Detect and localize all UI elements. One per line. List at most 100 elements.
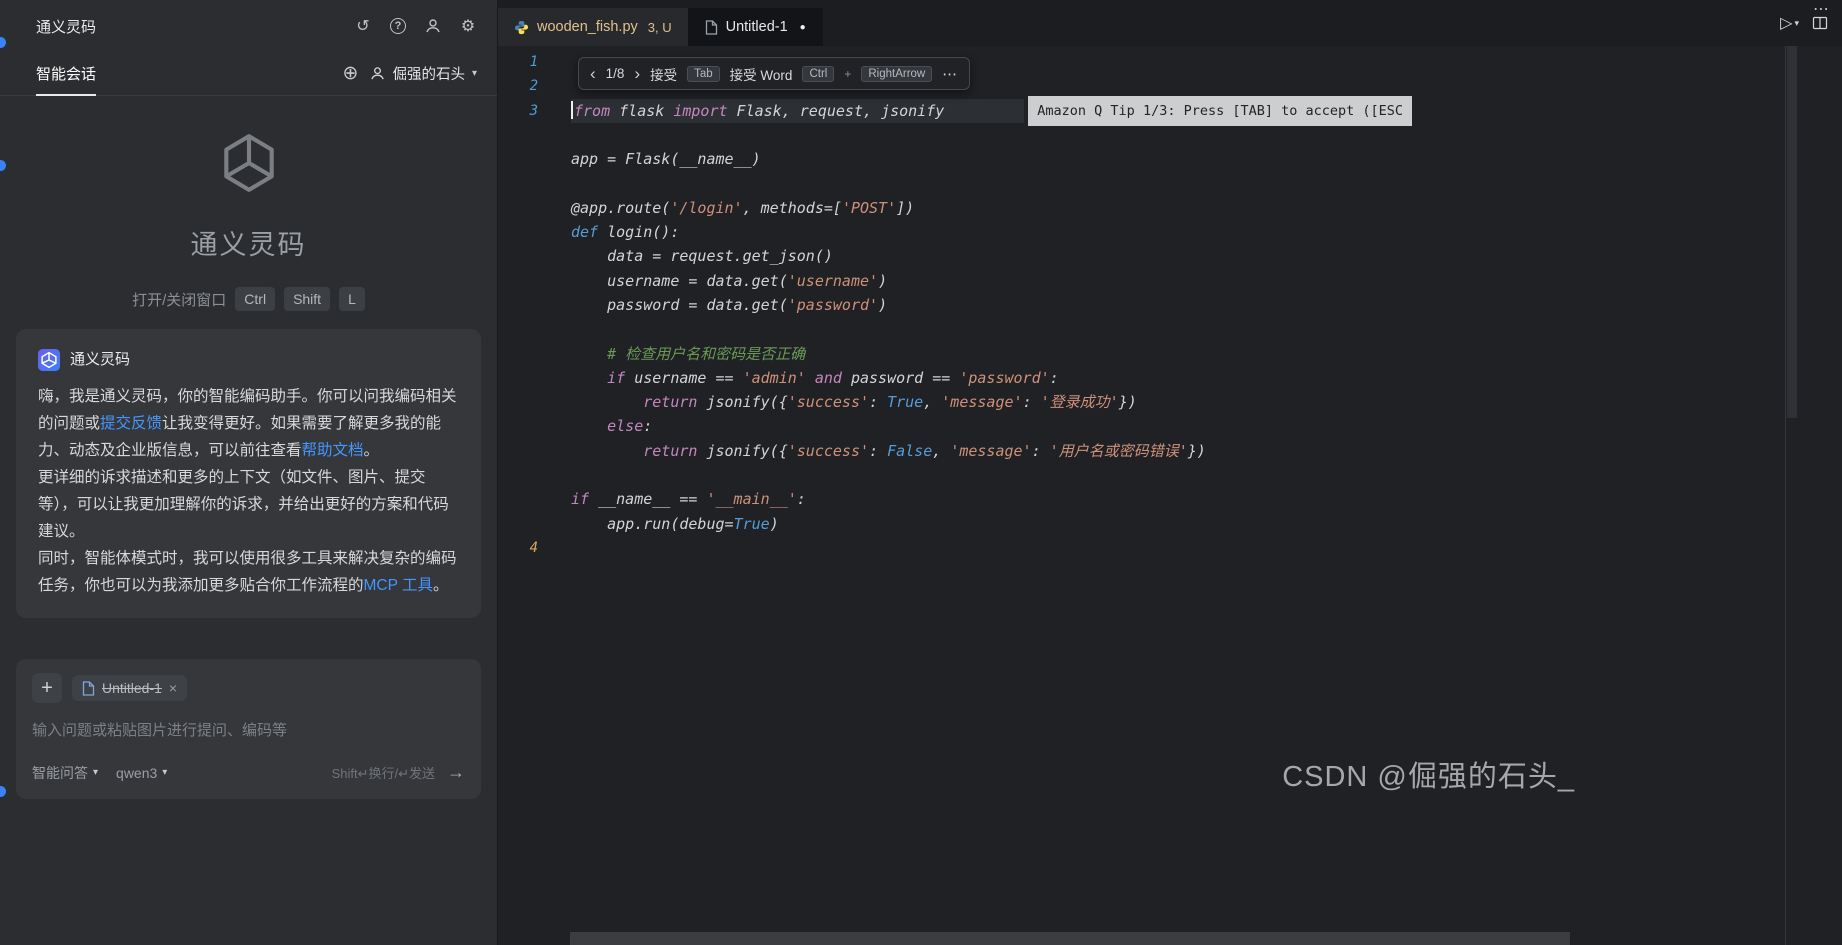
send-area: Shift↵换行/↵发送 → [332,762,465,783]
csdn-watermark: CSDN @倔强的石头_ [1282,753,1575,795]
send-button[interactable]: → [447,762,465,783]
scrollbar-divider [1785,46,1786,945]
code-token: : [1023,393,1041,411]
code-token: 'password' [788,296,878,314]
code-line: username = data.get('username') [498,269,1842,293]
help-docs-link[interactable]: 帮助文档 [302,442,364,459]
plus-icon: + [41,677,53,700]
line-content: username = data.get('username') [571,269,887,293]
code-token: '__main__' [706,490,796,508]
user-account-chip[interactable]: 倔强的石头 ▾ [370,63,477,84]
code-token: username = data.get( [571,272,788,290]
intro-text: 。 [433,577,449,594]
code-token: if [571,490,589,508]
more-actions-icon[interactable]: ⋯ [1813,0,1830,19]
tab-wooden-fish[interactable]: wooden_fish.py 3, U [498,8,689,46]
key-rightarrow: RightArrow [861,66,932,82]
prev-suggestion-icon[interactable]: ‹ [590,65,596,82]
accept-button[interactable]: 接受 [650,64,677,84]
user-icon [370,66,385,81]
line-content: from flask import Flask, request, jsonif… [571,99,1024,123]
code-line [498,123,1842,147]
code-token: data = request.get_json() [571,247,833,265]
close-icon[interactable]: × [169,680,177,696]
suggestion-more-icon[interactable]: ⋯ [942,65,958,83]
text-cursor [571,101,573,119]
file-icon [705,20,718,35]
line-content: return jsonify({'success': False, 'messa… [571,439,1206,463]
chevron-down-icon: ▾ [162,767,167,778]
code-token: '用户名或密码错误' [1050,442,1188,460]
key-plus-sep: + [844,67,851,81]
key-l: L [339,287,365,311]
suggestion-counter: 1/8 [606,66,625,81]
amazon-q-tip: Amazon Q Tip 1/3: Press [TAB] to accept … [1028,96,1412,126]
sidebar-header: 通义灵码 ↺ ? ⚙ [0,0,497,52]
context-file-chip[interactable]: Untitled-1 × [72,675,187,701]
code-token: from [574,102,610,120]
tab-untitled-1[interactable]: Untitled-1 ● [689,8,823,46]
line-content: data = request.get_json() [571,244,833,268]
code-line: # 检查用户名和密码是否正确 [498,342,1842,366]
tongyi-logo-icon [216,130,282,196]
accept-word-button[interactable]: 接受 Word [730,64,793,84]
help-icon[interactable]: ? [389,17,407,35]
intro-paragraph-2: 更详细的诉求描述和更多的上下文（如文件、图片、提交等），可以让我更加理解你的诉求… [38,464,459,545]
code-token: __name__ == [589,490,706,508]
key-shift: Shift [284,287,330,311]
code-token: else [607,417,643,435]
line-content: else: [571,414,652,438]
new-session-icon[interactable]: ⊕ [343,64,359,83]
history-icon[interactable]: ↺ [354,17,372,35]
code-editor[interactable]: 123from flask import Flask, request, jso… [498,46,1842,945]
line-content: return jsonify({'success': True, 'messag… [571,390,1137,414]
tab-label: wooden_fish.py [537,19,638,35]
run-button[interactable]: ▷ ▾ [1780,13,1799,33]
code-token: login(): [598,223,679,241]
horizontal-scrollbar[interactable] [570,932,1570,945]
add-context-button[interactable]: + [32,673,62,703]
next-suggestion-icon[interactable]: › [634,65,640,82]
code-token: jsonify({ [697,442,787,460]
code-token: password == [842,369,959,387]
line-content: password = data.get('password') [571,293,887,317]
code-token: app.run(debug= [571,515,734,533]
unsaved-dot-icon[interactable]: ● [800,22,806,33]
mode-dropdown[interactable]: 智能问答▾ [32,763,98,783]
tab-label: Untitled-1 [726,19,788,35]
editor-area: wooden_fish.py 3, U Untitled-1 ● ▷ ▾ ⋯ ‹… [498,0,1842,945]
account-icon[interactable] [424,17,442,35]
sidebar-tab-actions: ⊕ 倔强的石头 ▾ [343,63,477,84]
code-token: username == [625,369,742,387]
code-line: def login(): [498,220,1842,244]
ai-assistant-sidebar: 通义灵码 ↺ ? ⚙ 智能会话 ⊕ 倔强的石头 ▾ 通义灵码 打开/关闭窗 [0,0,498,945]
code-token: app = Flask(__name__) [571,150,761,168]
code-token: ) [878,272,887,290]
code-token: def [571,223,598,241]
line-number: 1 [498,50,538,74]
code-token: : [1050,369,1059,387]
settings-gear-icon[interactable]: ⚙ [459,17,477,35]
feedback-link[interactable]: 提交反馈 [100,415,162,432]
key-ctrl: Ctrl [235,287,275,311]
mcp-tools-link[interactable]: MCP 工具 [364,577,433,594]
code-line: data = request.get_json() [498,244,1842,268]
line-content: app.run(debug=True) [571,512,779,536]
code-token: , methods=[ [743,199,842,217]
chat-input[interactable]: 输入问题或粘贴图片进行提问、编码等 [32,719,465,740]
vertical-scrollbar[interactable] [1787,46,1797,418]
tab-smart-session[interactable]: 智能会话 [36,52,96,96]
code-token: flask [610,102,673,120]
code-token: return [643,442,697,460]
model-dropdown[interactable]: qwen3▾ [116,765,167,781]
send-hint: Shift↵换行/↵发送 [332,763,435,782]
hero-section: 通义灵码 打开/关闭窗口 Ctrl Shift L [0,96,497,311]
chat-input-card: + Untitled-1 × 输入问题或粘贴图片进行提问、编码等 智能问答▾ q… [16,659,481,799]
code-token: 'POST' [842,199,896,217]
code-token: : [869,442,887,460]
code-token: import [673,102,727,120]
code-token: and [815,369,842,387]
code-line: 4 [498,536,1842,560]
code-token: '登录成功' [1041,393,1119,411]
editor-tab-bar: wooden_fish.py 3, U Untitled-1 ● ▷ ▾ ⋯ [498,0,1842,46]
